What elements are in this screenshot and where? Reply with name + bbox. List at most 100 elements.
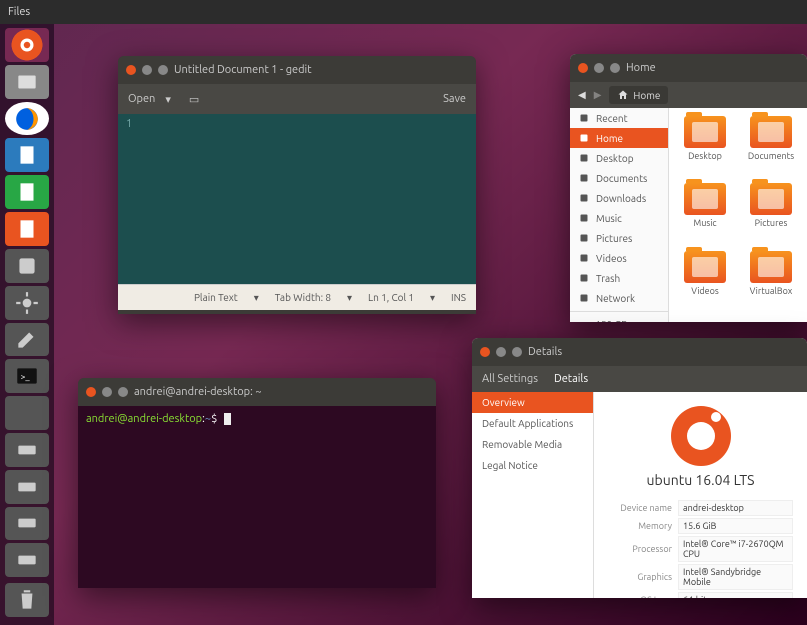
sidebar-item-label: Home (596, 133, 623, 144)
folder-icon (750, 251, 792, 283)
sidebar-item-recent[interactable]: Recent (570, 108, 668, 128)
sidebar-item-trash[interactable]: Trash (570, 268, 668, 288)
breadcrumb-home[interactable]: Home (609, 86, 668, 104)
calc-launcher-icon[interactable] (5, 175, 49, 209)
close-icon[interactable] (480, 347, 490, 357)
folder-music[interactable]: Music (675, 183, 735, 246)
detail-key: Processor (608, 536, 676, 562)
menubar-app-name: Files (8, 6, 30, 18)
details-side-item[interactable]: Legal Notice (472, 455, 593, 476)
syntax-selector[interactable]: Plain Text (194, 292, 238, 303)
sidebar-item-pictures[interactable]: Pictures (570, 228, 668, 248)
back-icon[interactable]: ◀ (578, 89, 586, 101)
terminal-title: andrei@andrei-desktop: ~ (134, 386, 262, 398)
terminal-launcher-icon[interactable]: >_ (5, 359, 49, 393)
new-tab-icon[interactable]: ▭ (189, 93, 199, 106)
chevron-down-icon[interactable]: ▾ (430, 292, 435, 304)
firefox-launcher-icon[interactable] (5, 102, 49, 136)
drive1-launcher-icon[interactable] (5, 433, 49, 467)
folder-videos[interactable]: Videos (675, 251, 735, 314)
folder-desktop[interactable]: Desktop (675, 116, 735, 179)
sidebar-device[interactable]: 150 GB Volume (570, 315, 668, 322)
app-launcher-icon[interactable] (5, 396, 49, 430)
sidebar-item-label: Pictures (596, 233, 632, 244)
terminal-prompt: andrei@andrei-desktop:~$ (86, 413, 217, 425)
folder-label: Pictures (741, 218, 801, 228)
sidebar-item-network[interactable]: Network (570, 288, 668, 308)
sidebar-item-home[interactable]: Home (570, 128, 668, 148)
gedit-editor[interactable]: 1 (118, 114, 476, 284)
close-icon[interactable] (86, 387, 96, 397)
cursor-icon (224, 413, 231, 425)
sidebar-item-documents[interactable]: Documents (570, 168, 668, 188)
files-window[interactable]: Home ◀ ▶ Home RecentHomeDesktopDocuments… (570, 54, 807, 322)
minimize-icon[interactable] (142, 65, 152, 75)
writer-launcher-icon[interactable] (5, 138, 49, 172)
files-grid[interactable]: DesktopDocumentsMusic Pictures Videos Virtu… (669, 108, 807, 322)
table-row: Memory15.6 GiB (608, 518, 793, 534)
gedit-title: Untitled Document 1 - gedit (174, 64, 312, 76)
files-launcher-icon[interactable] (5, 65, 49, 99)
folder-virtualbox[interactable]: VirtualBox (741, 251, 801, 314)
folder-icon (750, 183, 792, 215)
table-row: OS type64-bit (608, 592, 793, 598)
chevron-down-icon[interactable]: ▾ (347, 292, 352, 304)
drive4-launcher-icon[interactable] (5, 543, 49, 577)
close-icon[interactable] (578, 63, 588, 73)
open-button[interactable]: Open (128, 93, 155, 105)
maximize-icon[interactable] (118, 387, 128, 397)
chevron-down-icon[interactable]: ▾ (254, 292, 259, 304)
folder-pictures[interactable]: Pictures (741, 183, 801, 246)
sidebar-item-label: Music (596, 213, 622, 224)
sidebar-item-downloads[interactable]: Downloads (570, 188, 668, 208)
impress-launcher-icon[interactable] (5, 212, 49, 246)
chevron-down-icon[interactable]: ▾ (165, 93, 171, 106)
files-titlebar[interactable]: Home (570, 54, 807, 82)
terminal-body[interactable]: andrei@andrei-desktop:~$ (78, 406, 436, 588)
trash-launcher-icon[interactable] (5, 583, 49, 617)
detail-value: Intel® Sandybridge Mobile (678, 564, 793, 590)
drive3-launcher-icon[interactable] (5, 507, 49, 541)
maximize-icon[interactable] (158, 65, 168, 75)
terminal-window[interactable]: andrei@andrei-desktop: ~ andrei@andrei-d… (78, 378, 436, 588)
minimize-icon[interactable] (102, 387, 112, 397)
folder-label: Videos (675, 286, 735, 296)
notes-launcher-icon[interactable] (5, 323, 49, 357)
minimize-icon[interactable] (496, 347, 506, 357)
os-name: ubuntu 16.04 LTS (606, 472, 795, 488)
sidebar-item-music[interactable]: Music (570, 208, 668, 228)
forward-icon[interactable]: ▶ (594, 89, 602, 101)
details-side-item[interactable]: Default Applications (472, 413, 593, 434)
details-crumb: Details (554, 373, 588, 385)
maximize-icon[interactable] (610, 63, 620, 73)
terminal-titlebar[interactable]: andrei@andrei-desktop: ~ (78, 378, 436, 406)
details-titlebar[interactable]: Details (472, 338, 807, 366)
save-button[interactable]: Save (443, 93, 466, 105)
home-icon (617, 89, 629, 101)
video-icon (578, 252, 590, 264)
details-side-item[interactable]: Removable Media (472, 434, 593, 455)
minimize-icon[interactable] (594, 63, 604, 73)
desktop-icon (578, 152, 590, 164)
maximize-icon[interactable] (512, 347, 522, 357)
music-icon (578, 212, 590, 224)
all-settings-button[interactable]: All Settings (482, 373, 538, 385)
settings-launcher-icon[interactable] (5, 286, 49, 320)
sidebar-item-desktop[interactable]: Desktop (570, 148, 668, 168)
folder-icon (750, 116, 792, 148)
sidebar-item-videos[interactable]: Videos (570, 248, 668, 268)
dash-icon[interactable] (5, 28, 49, 62)
details-side-item[interactable]: Overview (472, 392, 593, 413)
sidebar-item-label: Network (596, 293, 635, 304)
details-window[interactable]: Details All Settings Details OverviewDef… (472, 338, 807, 598)
files-pathbar: ◀ ▶ Home (570, 82, 807, 108)
close-icon[interactable] (126, 65, 136, 75)
tab-width-selector[interactable]: Tab Width: 8 (275, 292, 331, 303)
folder-documents[interactable]: Documents (741, 116, 801, 179)
gedit-titlebar[interactable]: Untitled Document 1 - gedit (118, 56, 476, 84)
drive2-launcher-icon[interactable] (5, 470, 49, 504)
insert-mode[interactable]: INS (451, 292, 466, 303)
gedit-window[interactable]: Untitled Document 1 - gedit Open ▾ ▭ Sav… (118, 56, 476, 314)
software-launcher-icon[interactable] (5, 249, 49, 283)
details-main: ubuntu 16.04 LTS Device nameandrei-deskt… (594, 392, 807, 598)
